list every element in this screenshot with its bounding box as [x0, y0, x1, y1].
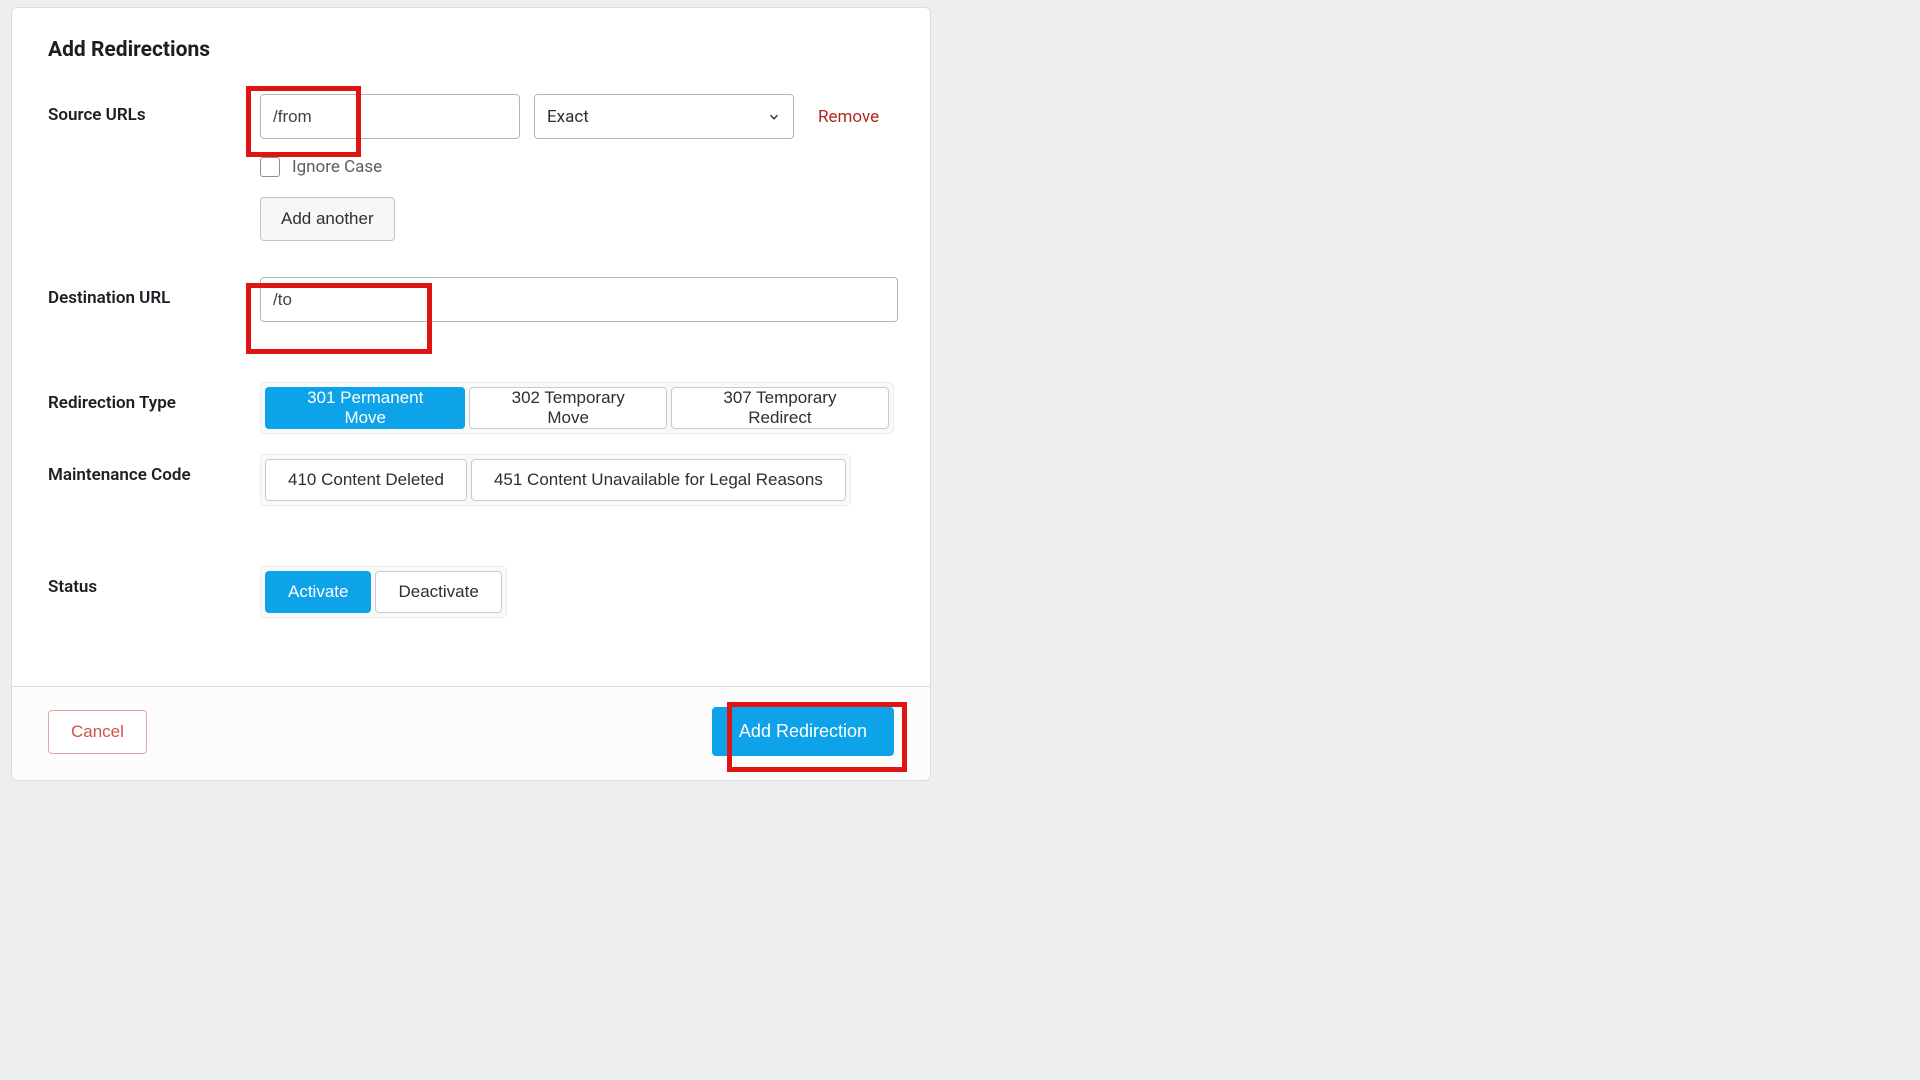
row-maintenance-code: Maintenance Code 410 Content Deleted 451…: [48, 454, 894, 506]
maint-410[interactable]: 410 Content Deleted: [265, 459, 467, 501]
row-destination-url: Destination URL: [48, 277, 894, 322]
redir-type-302[interactable]: 302 Temporary Move: [469, 387, 666, 429]
destination-url-input[interactable]: [260, 277, 898, 322]
add-another-button[interactable]: Add another: [260, 197, 395, 241]
label-source-urls: Source URLs: [48, 94, 260, 125]
source-url-input[interactable]: [260, 94, 520, 139]
add-redirections-panel: Add Redirections Source URLs Exact Remov…: [11, 7, 931, 781]
label-redirection-type: Redirection Type: [48, 382, 260, 413]
controls-destination-url: [260, 277, 898, 322]
label-destination-url: Destination URL: [48, 277, 260, 308]
status-activate[interactable]: Activate: [265, 571, 371, 613]
maintenance-code-group: 410 Content Deleted 451 Content Unavaila…: [260, 454, 851, 506]
label-status: Status: [48, 566, 260, 597]
status-deactivate[interactable]: Deactivate: [375, 571, 501, 613]
match-type-select-wrap: Exact: [534, 94, 794, 139]
add-redirection-button[interactable]: Add Redirection: [712, 707, 894, 756]
source-url-line: Exact Remove: [260, 94, 894, 139]
ignore-case-label: Ignore Case: [292, 157, 382, 177]
redir-type-301[interactable]: 301 Permanent Move: [265, 387, 465, 429]
controls-status: Activate Deactivate: [260, 566, 894, 618]
status-group: Activate Deactivate: [260, 566, 507, 618]
row-status: Status Activate Deactivate: [48, 566, 894, 618]
chevron-down-icon: [767, 110, 781, 124]
ignore-case-row: Ignore Case: [260, 157, 894, 177]
row-redirection-type: Redirection Type 301 Permanent Move 302 …: [48, 382, 894, 434]
redirection-type-group: 301 Permanent Move 302 Temporary Move 30…: [260, 382, 894, 434]
remove-source-link[interactable]: Remove: [818, 107, 879, 127]
controls-source-urls: Exact Remove Ignore Case Add another: [260, 94, 894, 241]
maint-451[interactable]: 451 Content Unavailable for Legal Reason…: [471, 459, 846, 501]
panel-footer: Cancel Add Redirection: [12, 686, 930, 780]
match-type-select[interactable]: Exact: [534, 94, 794, 139]
controls-maintenance-code: 410 Content Deleted 451 Content Unavaila…: [260, 454, 894, 506]
label-maintenance-code: Maintenance Code: [48, 454, 260, 485]
row-source-urls: Source URLs Exact Remove Ignore Case: [48, 94, 894, 241]
add-another-wrap: Add another: [260, 197, 894, 241]
panel-body: Add Redirections Source URLs Exact Remov…: [12, 8, 930, 686]
match-type-selected: Exact: [547, 107, 589, 127]
redir-type-307[interactable]: 307 Temporary Redirect: [671, 387, 889, 429]
panel-title: Add Redirections: [48, 38, 894, 62]
ignore-case-checkbox[interactable]: [260, 157, 280, 177]
controls-redirection-type: 301 Permanent Move 302 Temporary Move 30…: [260, 382, 894, 434]
cancel-button[interactable]: Cancel: [48, 710, 147, 754]
